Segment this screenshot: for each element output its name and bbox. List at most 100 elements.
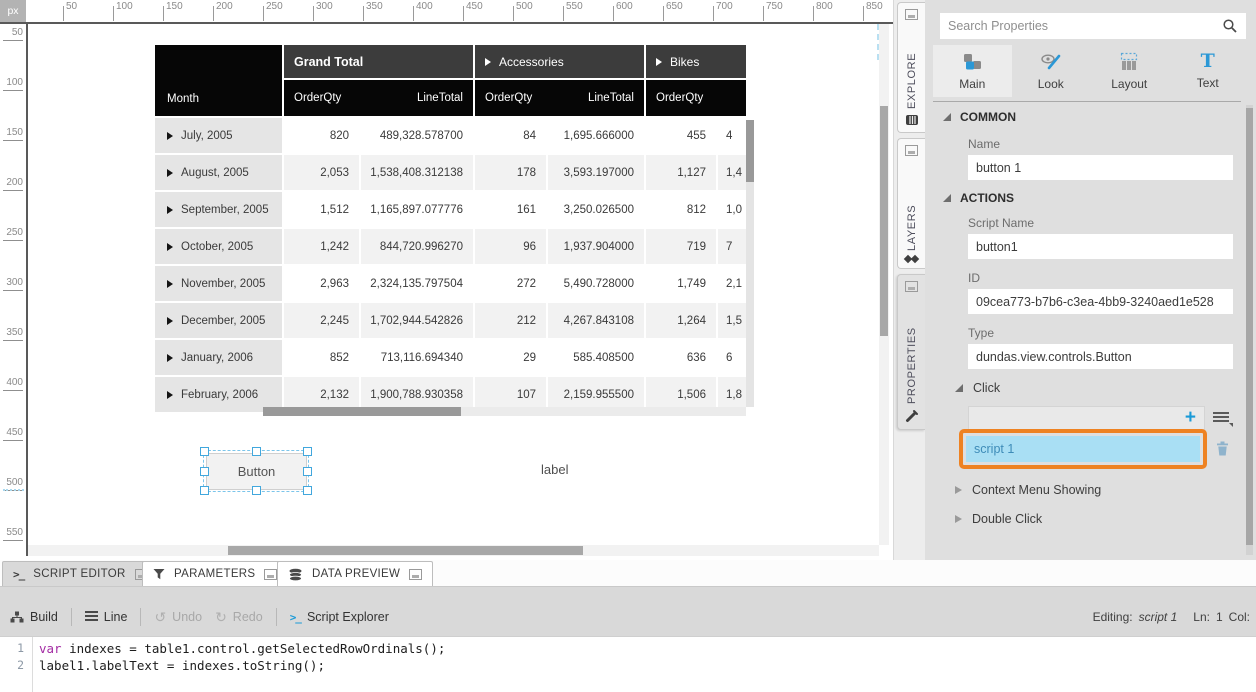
table-row-header[interactable]: August, 2005: [155, 155, 282, 190]
table-cell[interactable]: 636: [646, 340, 716, 375]
code-line[interactable]: 2label1.labelText = indexes.toString();: [0, 657, 1256, 674]
code-editor[interactable]: 1var indexes = table1.control.getSelecte…: [0, 636, 1256, 692]
table-cell[interactable]: 1,264: [646, 303, 716, 338]
table-row-header[interactable]: November, 2005: [155, 266, 282, 301]
section-actions[interactable]: ACTIONS: [943, 191, 1014, 205]
search-icon[interactable]: [1222, 18, 1238, 34]
table-row-header[interactable]: September, 2005: [155, 192, 282, 227]
table-cell[interactable]: 1,538,408.312138: [361, 155, 473, 190]
side-tab-layers[interactable]: LAYERS: [897, 138, 925, 269]
panel-scrollbar[interactable]: [1246, 105, 1253, 555]
table-cell[interactable]: 7: [718, 229, 746, 264]
add-script-icon[interactable]: +: [1185, 408, 1204, 429]
table-cell[interactable]: 3,250.026500: [548, 192, 644, 227]
click-event-expander[interactable]: Click: [955, 381, 1000, 395]
table-cell[interactable]: 2,963: [284, 266, 359, 301]
table-cell[interactable]: 4,267.843108: [548, 303, 644, 338]
group-header[interactable]: Accessories: [475, 45, 644, 78]
column-header-month[interactable]: Month: [155, 45, 282, 116]
section-common[interactable]: COMMON: [943, 110, 1016, 124]
table-row-header[interactable]: October, 2005: [155, 229, 282, 264]
tab-layout[interactable]: Layout: [1090, 45, 1169, 97]
canvas-horizontal-scrollbar[interactable]: [28, 545, 879, 556]
window-popout-icon[interactable]: [905, 145, 918, 156]
context-menu-showing-expander[interactable]: Context Menu Showing: [955, 483, 1101, 497]
name-input[interactable]: [968, 155, 1233, 180]
table-cell[interactable]: 272: [475, 266, 546, 301]
resize-handle-w[interactable]: [200, 467, 209, 476]
table-vertical-scrollbar[interactable]: [746, 120, 754, 407]
table-horizontal-scrollbar[interactable]: [263, 407, 746, 416]
table-cell[interactable]: 3,593.197000: [548, 155, 644, 190]
table-cell[interactable]: 1,4: [718, 155, 746, 190]
window-popout-icon[interactable]: [905, 281, 918, 292]
window-popout-icon[interactable]: [905, 9, 918, 20]
tab-main[interactable]: Main: [933, 45, 1012, 97]
table-row-header[interactable]: July, 2005: [155, 118, 282, 153]
table-cell[interactable]: 1,695.666000: [548, 118, 644, 153]
script-explorer-button[interactable]: >_ Script Explorer: [290, 610, 389, 624]
add-script-bar[interactable]: +: [968, 406, 1205, 431]
tab-look[interactable]: Look: [1012, 45, 1091, 97]
table-row-header[interactable]: December, 2005: [155, 303, 282, 338]
table-cell[interactable]: 178: [475, 155, 546, 190]
table-cell[interactable]: 1,512: [284, 192, 359, 227]
tab-data-preview[interactable]: DATA PREVIEW: [277, 561, 433, 586]
resize-handle-ne[interactable]: [303, 447, 312, 456]
table-cell[interactable]: 2,324,135.797504: [361, 266, 473, 301]
scrollbar-thumb[interactable]: [263, 407, 461, 416]
table-cell[interactable]: 852: [284, 340, 359, 375]
side-tab-explore[interactable]: EXPLORE: [897, 2, 925, 133]
table-cell[interactable]: 96: [475, 229, 546, 264]
table-cell[interactable]: 1,242: [284, 229, 359, 264]
resize-handle-s[interactable]: [252, 486, 261, 495]
table-cell[interactable]: 84: [475, 118, 546, 153]
table-cell[interactable]: 1,937.904000: [548, 229, 644, 264]
table-row-header[interactable]: January, 2006: [155, 340, 282, 375]
group-header[interactable]: Bikes: [646, 45, 746, 78]
table-cell[interactable]: 2,053: [284, 155, 359, 190]
side-tab-properties[interactable]: PROPERTIES: [897, 274, 925, 430]
tab-script-editor[interactable]: >_ SCRIPT EDITOR: [2, 561, 159, 586]
table-cell[interactable]: 212: [475, 303, 546, 338]
table-cell[interactable]: 713,116.694340: [361, 340, 473, 375]
tab-parameters[interactable]: PARAMETERS: [142, 561, 288, 586]
table-cell[interactable]: 6: [718, 340, 746, 375]
script-name-input[interactable]: [968, 234, 1233, 259]
table-cell[interactable]: 1,749: [646, 266, 716, 301]
group-header[interactable]: Grand Total: [284, 45, 473, 78]
table-cell[interactable]: 1,127: [646, 155, 716, 190]
table-cell[interactable]: 2,245: [284, 303, 359, 338]
table-cell[interactable]: 1,165,897.077776: [361, 192, 473, 227]
search-input[interactable]: [940, 18, 1222, 34]
table-cell[interactable]: 1,5: [718, 303, 746, 338]
table-cell[interactable]: 4: [718, 118, 746, 153]
id-input[interactable]: [968, 289, 1233, 314]
scrollbar-thumb[interactable]: [746, 120, 754, 182]
table-cell[interactable]: 812: [646, 192, 716, 227]
resize-handle-sw[interactable]: [200, 486, 209, 495]
table-cell[interactable]: 5,490.728000: [548, 266, 644, 301]
resize-handle-nw[interactable]: [200, 447, 209, 456]
scrollbar-thumb[interactable]: [1246, 108, 1253, 545]
redo-button[interactable]: ↻ Redo: [215, 610, 263, 624]
window-popout-icon[interactable]: [264, 569, 277, 580]
search-box[interactable]: [940, 13, 1246, 39]
table-cell[interactable]: 719: [646, 229, 716, 264]
resize-handle-se[interactable]: [303, 486, 312, 495]
table-control[interactable]: MonthGrand TotalAccessoriesBikesOrderQty…: [155, 45, 746, 412]
scrollbar-thumb[interactable]: [880, 106, 888, 336]
table-cell[interactable]: 820: [284, 118, 359, 153]
window-popout-icon[interactable]: [409, 569, 422, 580]
table-cell[interactable]: 2,1: [718, 266, 746, 301]
table-cell[interactable]: 455: [646, 118, 716, 153]
scrollbar-thumb[interactable]: [228, 546, 583, 555]
label-control[interactable]: label: [541, 462, 568, 477]
resize-handle-n[interactable]: [252, 447, 261, 456]
tab-text[interactable]: T Text: [1169, 45, 1248, 97]
table-cell[interactable]: 29: [475, 340, 546, 375]
table-cell[interactable]: 1,702,944.542826: [361, 303, 473, 338]
build-button[interactable]: Build: [10, 610, 58, 624]
button-control[interactable]: Button: [206, 453, 307, 490]
line-button[interactable]: Line: [85, 610, 128, 624]
